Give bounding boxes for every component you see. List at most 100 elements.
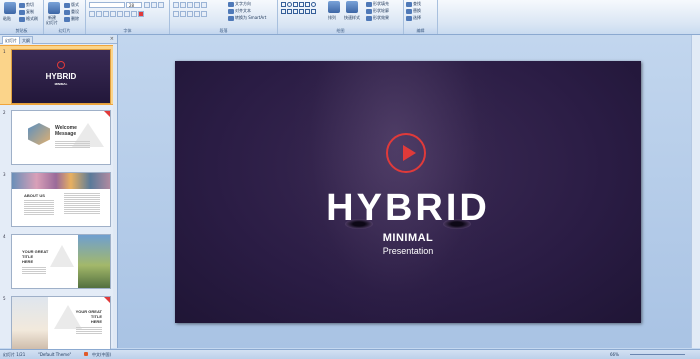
new-slide-label2: 幻灯片 — [46, 20, 58, 25]
slide-editor: HYBRID MINIMAL Presentation — [118, 35, 700, 348]
increase-indent-icon[interactable] — [194, 2, 200, 8]
font-color-icon[interactable] — [138, 11, 144, 17]
quick-styles-button[interactable]: 快速样式 — [344, 15, 360, 20]
tab-outline[interactable]: 大纲 — [19, 36, 33, 44]
shape-outline-label: 形状轮廓 — [373, 8, 389, 13]
slide-thumb-row[interactable]: 4 YOUR GREAT TITLE HERE — [0, 231, 117, 289]
spacing-icon[interactable] — [124, 11, 130, 17]
quick-styles-icon[interactable] — [346, 1, 358, 13]
clear-format-icon[interactable] — [158, 2, 164, 8]
justify-icon[interactable] — [194, 11, 200, 17]
select-button[interactable]: 选择 — [406, 15, 421, 21]
cut-button[interactable]: 剪切 — [19, 2, 34, 8]
grow-font-icon[interactable] — [144, 2, 150, 8]
layout-button[interactable]: 版式 — [64, 2, 79, 8]
paste-button[interactable]: 粘贴 — [3, 16, 11, 21]
shape-fill-button[interactable]: 形状填充 — [366, 1, 389, 7]
slide-number: 4 — [3, 234, 6, 239]
slide-thumbnail[interactable]: YOUR GREAT TITLE HERE — [11, 296, 111, 351]
reset-label: 重设 — [71, 9, 79, 14]
slide-title[interactable]: HYBRID — [175, 187, 641, 230]
new-slide-icon[interactable] — [48, 2, 60, 14]
shape-star-icon[interactable] — [281, 9, 286, 14]
bold-icon[interactable] — [89, 11, 95, 17]
copy-button[interactable]: 复制 — [19, 9, 34, 15]
bullets-icon[interactable] — [173, 2, 179, 8]
editor-scrollbar[interactable] — [691, 35, 700, 348]
paste-icon[interactable] — [4, 2, 16, 14]
slide-thumb-row[interactable]: 2 Welcome Message — [0, 107, 117, 165]
slide-thumb-row[interactable]: 3 ABOUT US — [0, 169, 117, 227]
slide-thumbnail[interactable]: ABOUT US — [11, 172, 111, 227]
italic-icon[interactable] — [96, 11, 102, 17]
layout-label: 版式 — [71, 2, 79, 7]
shape-triangle-icon[interactable] — [305, 2, 310, 7]
shape-cloud-icon[interactable] — [305, 9, 310, 14]
arrange-button[interactable]: 排列 — [328, 15, 336, 20]
arrange-icon[interactable] — [328, 1, 340, 13]
shape-more-icon[interactable] — [311, 9, 316, 14]
align-text-icon — [228, 8, 234, 14]
strikethrough-icon[interactable] — [110, 11, 116, 17]
shape-heart-icon[interactable] — [299, 9, 304, 14]
slide-subtitle[interactable]: MINIMAL — [175, 232, 641, 244]
brush-icon — [19, 16, 25, 22]
pane-scrollbar[interactable] — [113, 44, 117, 348]
slide-thumb-row[interactable]: 1 HYBRID MINIMAL — [0, 45, 117, 105]
font-size-select[interactable]: 28 — [126, 2, 142, 8]
align-left-icon[interactable] — [173, 11, 179, 17]
spellcheck-icon[interactable] — [84, 352, 88, 356]
shape-effects-label: 形状效果 — [373, 15, 389, 20]
clipboard-group-label: 剪贴板 — [0, 28, 43, 34]
zoom-slider[interactable] — [630, 354, 685, 355]
text-direction-button[interactable]: 文字方向 — [228, 1, 251, 7]
shrink-font-icon[interactable] — [151, 2, 157, 8]
text-direction-icon — [228, 1, 234, 7]
slide-thumbnail[interactable]: HYBRID MINIMAL — [11, 49, 111, 104]
align-text-button[interactable]: 对齐文本 — [228, 8, 251, 14]
slide-thumbnail[interactable]: YOUR GREAT TITLE HERE — [11, 234, 111, 289]
tab-slides[interactable]: 幻灯片 — [2, 36, 20, 44]
slide-thumbnail[interactable]: Welcome Message — [11, 110, 111, 165]
find-button[interactable]: 查找 — [406, 1, 421, 7]
text-direction-label: 文字方向 — [235, 1, 251, 6]
shape-circle-icon[interactable] — [311, 2, 316, 7]
binoculars-icon — [406, 1, 412, 7]
close-icon[interactable]: × — [110, 36, 114, 42]
slide-number: 3 — [3, 172, 6, 177]
slide-subtitle-2[interactable]: Presentation — [175, 246, 641, 256]
editing-group-label: 编辑 — [404, 28, 437, 34]
font-name-select[interactable] — [89, 2, 125, 8]
columns-icon[interactable] — [201, 11, 207, 17]
thumb-subtitle: MINIMAL — [54, 82, 68, 86]
replace-button[interactable]: 替换 — [406, 8, 421, 14]
decrease-indent-icon[interactable] — [187, 2, 193, 8]
underline-icon[interactable] — [103, 11, 109, 17]
smartart-button[interactable]: 转换为 SmartArt — [228, 15, 266, 21]
shape-outline-button[interactable]: 形状轮廓 — [366, 8, 389, 14]
font-group: 28 字体 — [86, 0, 170, 34]
case-icon[interactable] — [131, 11, 137, 17]
photo-image — [78, 235, 110, 288]
slide-thumb-row[interactable]: 5 YOUR GREAT TITLE HERE — [0, 293, 117, 351]
shape-callout-icon[interactable] — [293, 9, 298, 14]
delete-slide-button[interactable]: 删除 — [64, 16, 79, 22]
shape-brace-icon[interactable] — [287, 9, 292, 14]
numbering-icon[interactable] — [180, 2, 186, 8]
align-center-icon[interactable] — [180, 11, 186, 17]
shadow-icon[interactable] — [117, 11, 123, 17]
format-painter-button[interactable]: 格式刷 — [19, 16, 38, 22]
slides-group-label: 幻灯片 — [44, 28, 85, 34]
paragraph-group-label: 段落 — [170, 28, 277, 34]
shape-oval-icon[interactable] — [287, 2, 292, 7]
thumb-title: YOUR GREAT TITLE HERE — [76, 309, 102, 324]
current-slide[interactable]: HYBRID MINIMAL Presentation — [175, 61, 641, 323]
line-spacing-icon[interactable] — [201, 2, 207, 8]
shape-arrow-icon[interactable] — [299, 2, 304, 7]
shape-line-icon[interactable] — [293, 2, 298, 7]
shape-effects-button[interactable]: 形状效果 — [366, 15, 389, 21]
align-right-icon[interactable] — [187, 11, 193, 17]
shape-rect-icon[interactable] — [281, 2, 286, 7]
reset-button[interactable]: 重设 — [64, 9, 79, 15]
thumb-title-line3: HERE — [90, 319, 102, 324]
